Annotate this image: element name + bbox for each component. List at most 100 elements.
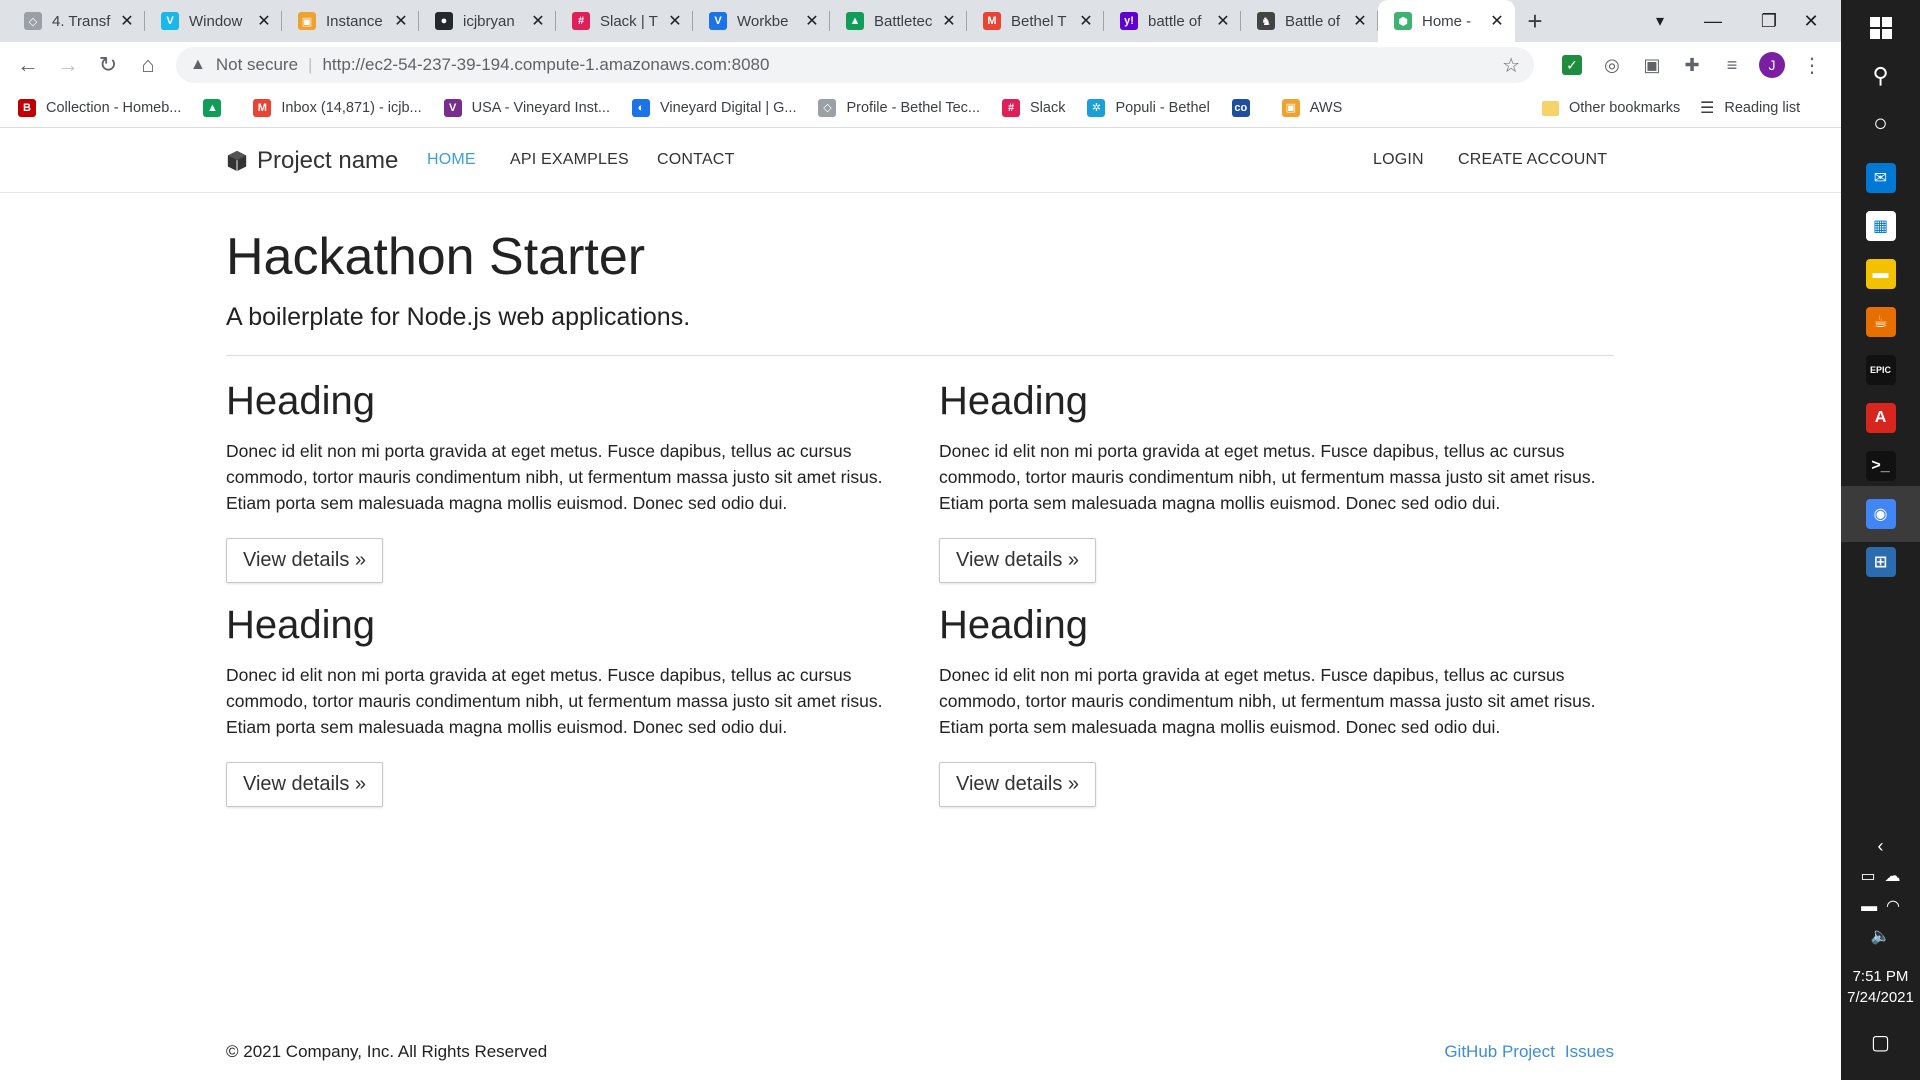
browser-tab[interactable]: ◇ 4. Transf ✕	[8, 0, 145, 42]
feature-card-2: Heading Donec id elit non mi porta gravi…	[939, 379, 1619, 583]
extension-shield-icon[interactable]: ▣	[1637, 50, 1667, 80]
bookmark-item[interactable]: M Inbox (14,871) - icjb...	[253, 98, 422, 117]
site-navbar: Project name HOME API EXAMPLES CONTACT L…	[0, 129, 1841, 193]
bookmark-item[interactable]: ◐ Vineyard Digital | G...	[632, 98, 797, 117]
tab-favicon-icon: M	[983, 12, 1001, 30]
tab-close-icon[interactable]: ✕	[1352, 11, 1368, 31]
tab-title: Battletec	[874, 12, 933, 30]
bookmark-item[interactable]: ✲ Populi - Bethel	[1087, 98, 1210, 117]
tab-favicon-icon: V	[709, 12, 727, 30]
footer-github-link[interactable]: GitHub Project	[1444, 1042, 1555, 1062]
nav-create-account[interactable]: CREATE ACCOUNT	[1458, 151, 1607, 169]
notification-center-icon[interactable]: ▢	[1841, 1030, 1920, 1055]
feature-card-4: Heading Donec id elit non mi porta gravi…	[939, 603, 1619, 807]
chrome-icon: ◉	[1865, 499, 1896, 529]
browser-tab[interactable]: ▣ Instance ✕	[282, 0, 419, 42]
onedrive-icon[interactable]: ☁	[1885, 868, 1901, 885]
file-explorer-icon: ▬	[1865, 259, 1896, 289]
tab-close-icon[interactable]: ✕	[393, 11, 409, 31]
bookmark-item[interactable]: V USA - Vineyard Inst...	[443, 98, 610, 117]
nav-login[interactable]: LOGIN	[1373, 151, 1424, 169]
browser-tab[interactable]: V Workbe ✕	[693, 0, 830, 42]
forward-icon[interactable]: →	[48, 45, 88, 85]
tab-close-icon[interactable]: ✕	[804, 11, 820, 31]
extensions-puzzle-icon[interactable]: ✚	[1677, 50, 1707, 80]
bookmark-item[interactable]: # Slack	[1002, 98, 1065, 117]
browser-tab[interactable]: ▲ Battletec ✕	[830, 0, 967, 42]
tab-close-icon[interactable]: ✕	[1078, 11, 1094, 31]
feature-card-1: Heading Donec id elit non mi porta gravi…	[226, 379, 906, 583]
bookmark-item[interactable]: B Collection - Homeb...	[18, 98, 182, 117]
web-page: Project name HOME API EXAMPLES CONTACT L…	[0, 129, 1841, 1080]
view-details-button[interactable]: View details »	[226, 538, 384, 583]
bookmark-item[interactable]: ◇ Profile - Bethel Tec...	[818, 98, 980, 117]
address-separator: |	[308, 55, 313, 74]
acrobat-icon: A	[1865, 403, 1896, 433]
tab-search-icon[interactable]: ▾	[1632, 0, 1688, 42]
browser-tab[interactable]: V Window ✕	[145, 0, 282, 42]
java-icon: ☕	[1865, 307, 1896, 337]
reading-list[interactable]: ☰ Reading list	[1700, 88, 1800, 128]
bookmark-label: Collection - Homeb...	[46, 99, 182, 116]
security-label[interactable]: Not secure	[216, 55, 298, 75]
bookmark-item[interactable]: ▲	[203, 98, 231, 117]
tab-close-icon[interactable]: ✕	[256, 11, 272, 31]
brand-link[interactable]: Project name	[226, 147, 398, 175]
footer-issues-link[interactable]: Issues	[1565, 1042, 1614, 1062]
bookmark-star-icon[interactable]: ☆	[1502, 53, 1520, 78]
browser-tab[interactable]: M Bethel T ✕	[967, 0, 1104, 42]
reload-icon[interactable]: ↻	[88, 45, 128, 85]
browser-tab[interactable]: y! battle of ✕	[1104, 0, 1241, 42]
new-tab-button[interactable]: +	[1515, 0, 1555, 42]
profile-initial: J	[1759, 52, 1785, 78]
minimize-button[interactable]: —	[1685, 0, 1741, 42]
taskbar-clock[interactable]: 7:51 PM 7/24/2021	[1841, 966, 1920, 1008]
tab-favicon-icon: ♞	[1257, 12, 1275, 30]
browser-tab[interactable]: ⬢ Home - ✕	[1378, 0, 1515, 42]
bookmark-item[interactable]: co	[1231, 98, 1260, 117]
tab-close-icon[interactable]: ✕	[530, 11, 546, 31]
browser-tab[interactable]: ♞ Battle of ✕	[1241, 0, 1378, 42]
nav-api-examples[interactable]: API EXAMPLES	[510, 151, 629, 169]
extension-check-icon[interactable]: ✓	[1557, 50, 1587, 80]
media-control-icon[interactable]: ≡	[1717, 50, 1747, 80]
tab-favicon-icon: ◇	[24, 12, 42, 30]
profile-avatar[interactable]: J	[1757, 50, 1787, 80]
browser-menu-icon[interactable]: ⋮	[1797, 50, 1827, 80]
extension-circle-icon[interactable]: ◎	[1597, 50, 1627, 80]
tab-close-icon[interactable]: ✕	[941, 11, 957, 31]
home-icon[interactable]: ⌂	[128, 45, 168, 85]
tab-title: Workbe	[737, 12, 789, 30]
nav-contact[interactable]: CONTACT	[657, 151, 735, 169]
volume-icon[interactable]: 🔈	[1841, 926, 1920, 946]
cortana-icon[interactable]: ○	[1841, 96, 1920, 152]
view-details-button[interactable]: View details »	[226, 762, 384, 807]
bookmark-label: AWS	[1309, 99, 1343, 116]
other-bookmarks[interactable]: Other bookmarks	[1542, 88, 1680, 128]
tab-close-icon[interactable]: ✕	[1215, 11, 1231, 31]
url-text[interactable]: http://ec2-54-237-39-194.compute-1.amazo…	[322, 55, 769, 75]
card-heading: Heading	[226, 379, 376, 423]
taskbar-app-network[interactable]: ⊞	[1841, 534, 1920, 590]
view-details-button[interactable]: View details »	[939, 762, 1097, 807]
tab-close-icon[interactable]: ✕	[1489, 11, 1505, 31]
show-hidden-icons[interactable]: ‹	[1841, 836, 1920, 857]
cube-icon	[227, 150, 247, 172]
bookmark-label: Vineyard Digital | G...	[660, 99, 797, 116]
meet-icon[interactable]: ▭	[1860, 868, 1875, 885]
nav-home[interactable]: HOME	[427, 151, 476, 169]
browser-tab[interactable]: # Slack | T ✕	[556, 0, 693, 42]
back-icon[interactable]: ←	[8, 45, 48, 85]
bookmark-item[interactable]: ▣ AWS	[1281, 98, 1343, 117]
address-bar[interactable]: ▲ Not secure | http://ec2-54-237-39-194.…	[176, 47, 1534, 83]
view-details-button[interactable]: View details »	[939, 538, 1097, 583]
close-window-button[interactable]: ✕	[1783, 0, 1839, 42]
tab-favicon-icon: ●	[435, 12, 453, 30]
other-bookmarks-label: Other bookmarks	[1569, 100, 1681, 116]
bookmark-favicon-icon: V	[443, 98, 462, 117]
wifi-icon[interactable]: ◠	[1886, 898, 1900, 915]
browser-tab[interactable]: ● icjbryan ✕	[419, 0, 556, 42]
tab-close-icon[interactable]: ✕	[667, 11, 683, 31]
battery-icon[interactable]: ▬	[1861, 898, 1877, 915]
tab-close-icon[interactable]: ✕	[119, 11, 135, 31]
